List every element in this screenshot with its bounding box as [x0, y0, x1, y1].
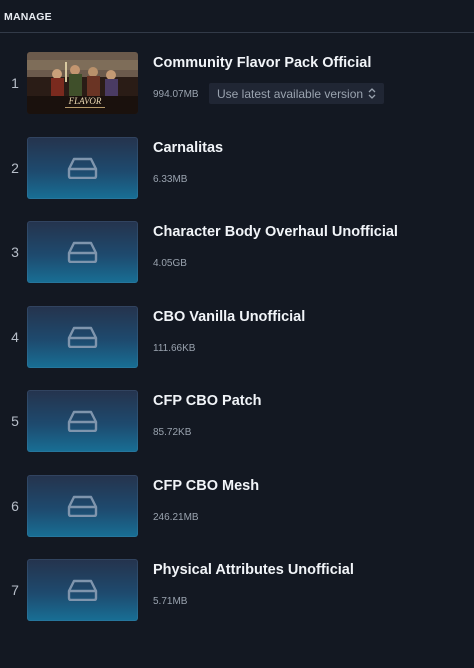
mod-size: 111.66KB: [153, 343, 196, 354]
mod-load-order: 1: [11, 75, 19, 91]
hard-drive-icon: [67, 410, 98, 432]
mod-row[interactable]: 7 Physical Attributes Unofficial 5.71MB: [0, 559, 474, 643]
mod-size: 6.33MB: [153, 174, 188, 185]
mod-load-order: 5: [11, 413, 19, 429]
mod-size: 4.05GB: [153, 258, 187, 269]
mod-row[interactable]: 2 Carnalitas 6.33MB: [0, 137, 474, 221]
mod-row[interactable]: 5 CFP CBO Patch 85.72KB: [0, 390, 474, 474]
mod-title: Carnalitas: [153, 140, 224, 156]
mod-title: CFP CBO Patch: [153, 393, 262, 409]
mod-title: Physical Attributes Unofficial: [153, 562, 354, 578]
mod-load-order: 4: [11, 329, 19, 345]
header-divider: [0, 32, 474, 33]
mod-load-order: 2: [11, 160, 19, 176]
svg-text:FLAVOR: FLAVOR: [68, 96, 102, 106]
mod-load-order: 3: [11, 244, 19, 260]
mod-size: 85.72KB: [153, 427, 192, 438]
section-header: MANAGE: [4, 11, 52, 23]
mod-thumbnail: [27, 137, 138, 199]
mod-row[interactable]: 3 Character Body Overhaul Unofficial 4.0…: [0, 221, 474, 305]
mod-title: Community Flavor Pack Official: [153, 55, 372, 71]
version-select-value: Use latest available version: [217, 87, 364, 101]
hard-drive-icon: [67, 326, 98, 348]
mod-thumbnail: [27, 390, 138, 452]
mod-thumbnail: [27, 221, 138, 283]
mod-load-order: 7: [11, 582, 19, 598]
flavor-artwork-image: FLAVOR: [27, 52, 138, 114]
hard-drive-icon: [67, 579, 98, 601]
mod-row[interactable]: 1 FLAVOR Community Flavor Pack Official …: [0, 52, 474, 136]
mod-row[interactable]: 6 CFP CBO Mesh 246.21MB: [0, 475, 474, 559]
mod-thumbnail: [27, 559, 138, 621]
mod-load-order: 6: [11, 498, 19, 514]
version-select[interactable]: Use latest available version: [209, 83, 384, 104]
hard-drive-icon: [67, 241, 98, 263]
mod-size: 5.71MB: [153, 596, 188, 607]
mod-thumbnail-artwork: FLAVOR: [27, 52, 138, 114]
chevron-up-down-icon: [368, 88, 376, 99]
hard-drive-icon: [67, 157, 98, 179]
manage-panel: MANAGE 1 FLAVOR Community Flavor Pack Of…: [0, 0, 474, 668]
mod-title: Character Body Overhaul Unofficial: [153, 224, 398, 240]
mod-title: CBO Vanilla Unofficial: [153, 309, 306, 325]
mod-size: 246.21MB: [153, 512, 199, 523]
mod-thumbnail: [27, 306, 138, 368]
mod-thumbnail: [27, 475, 138, 537]
mod-size: 994.07MB: [153, 89, 199, 100]
hard-drive-icon: [67, 495, 98, 517]
mod-row[interactable]: 4 CBO Vanilla Unofficial 111.66KB: [0, 306, 474, 390]
mod-title: CFP CBO Mesh: [153, 478, 260, 494]
